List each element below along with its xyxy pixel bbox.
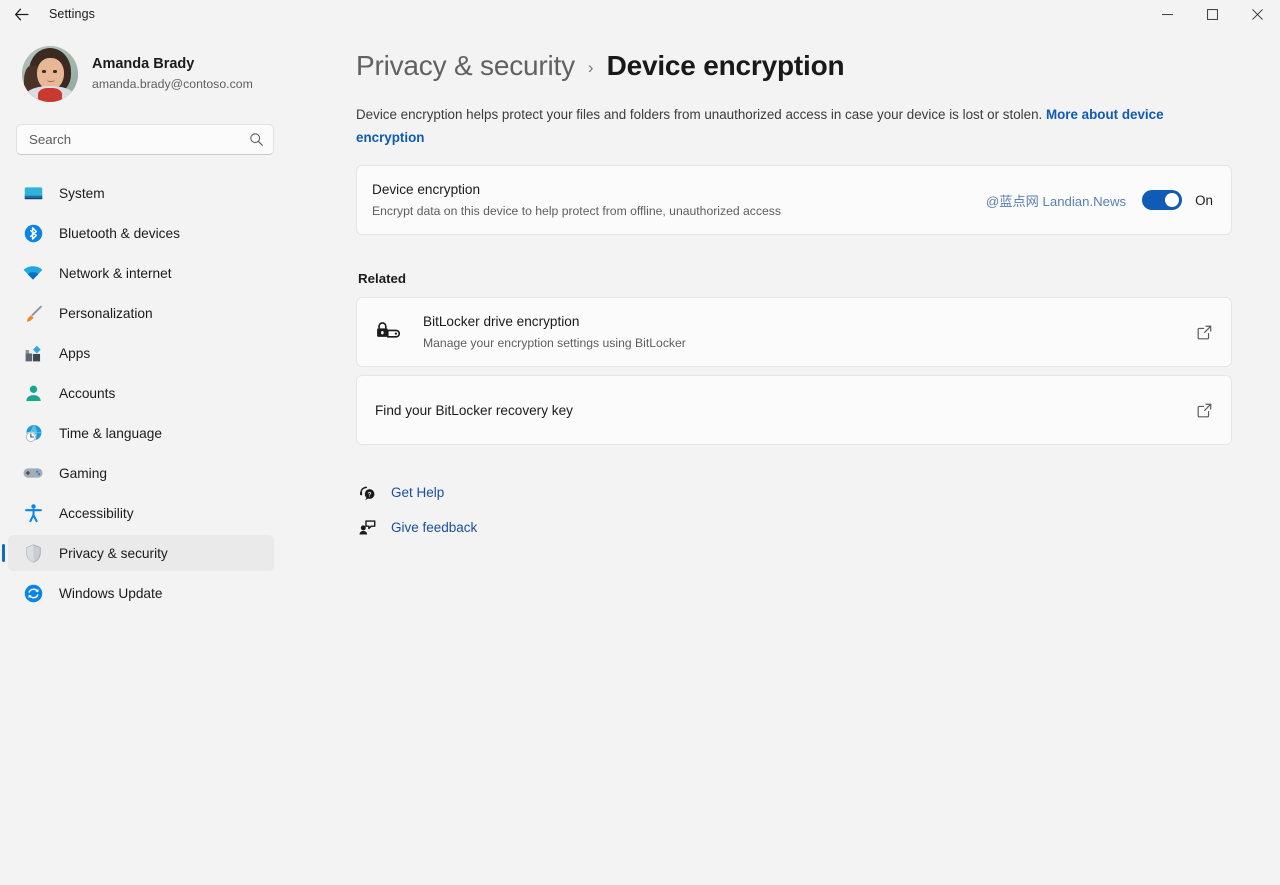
sidebar-item-apps[interactable]: Apps bbox=[8, 335, 274, 371]
minimize-button[interactable] bbox=[1145, 0, 1190, 28]
sidebar-item-label: Privacy & security bbox=[59, 545, 168, 561]
title-bar: Settings bbox=[0, 0, 1280, 28]
profile-name: Amanda Brady bbox=[92, 56, 195, 72]
maximize-button[interactable] bbox=[1190, 0, 1235, 28]
sidebar-item-gaming[interactable]: Gaming bbox=[8, 455, 274, 491]
sidebar-item-label: Bluetooth & devices bbox=[59, 225, 180, 241]
search-input[interactable] bbox=[29, 132, 249, 147]
watermark-label: @蓝点网 Landian.News bbox=[985, 193, 1127, 209]
sidebar-item-privacy-security[interactable]: Privacy & security bbox=[2, 535, 274, 571]
apps-icon bbox=[22, 342, 44, 364]
gamepad-icon bbox=[22, 462, 44, 484]
person-icon bbox=[22, 382, 44, 404]
sidebar-item-label: Windows Update bbox=[59, 585, 163, 601]
give-feedback-link[interactable]: Give feedback bbox=[391, 520, 477, 535]
back-arrow-icon bbox=[14, 8, 29, 20]
sidebar: Amanda Brady amanda.brady@contoso.com Se… bbox=[0, 28, 290, 885]
bluetooth-icon bbox=[22, 222, 44, 244]
device-encryption-toggle[interactable] bbox=[1142, 190, 1183, 210]
related-item-text: Find your BitLocker recovery key bbox=[375, 401, 1186, 420]
device-encryption-subtitle: Encrypt data on this device to help prot… bbox=[372, 204, 781, 218]
close-icon bbox=[1252, 8, 1263, 20]
search-box[interactable] bbox=[16, 124, 274, 155]
sidebar-item-network-internet[interactable]: Network & internet bbox=[8, 255, 274, 291]
app-shell: Amanda Brady amanda.brady@contoso.com Se… bbox=[0, 28, 1280, 885]
sidebar-item-label: Time & language bbox=[59, 425, 162, 441]
profile-block[interactable]: Amanda Brady amanda.brady@contoso.com bbox=[0, 40, 290, 102]
related-heading: Related bbox=[358, 271, 407, 286]
sidebar-item-label: Apps bbox=[59, 345, 91, 361]
close-button[interactable] bbox=[1235, 0, 1280, 28]
sidebar-item-label: Personalization bbox=[59, 305, 153, 321]
sidebar-item-label: Accounts bbox=[59, 385, 116, 401]
sidebar-item-accessibility[interactable]: Accessibility bbox=[8, 495, 274, 531]
get-help-link[interactable]: Get Help bbox=[391, 485, 444, 500]
sidebar-item-label: Gaming bbox=[59, 465, 107, 481]
sidebar-nav: System Bluetooth & devices Network & int… bbox=[0, 175, 290, 611]
breadcrumb-parent[interactable]: Privacy & security bbox=[356, 50, 575, 82]
maximize-icon bbox=[1207, 8, 1218, 20]
device-encryption-text: Device encryption Encrypt data on this d… bbox=[372, 180, 986, 220]
page-title: Device encryption bbox=[606, 50, 845, 81]
sidebar-item-personalization[interactable]: Personalization bbox=[8, 295, 274, 331]
monitor-icon bbox=[22, 182, 44, 204]
get-help-row[interactable]: ? Get Help bbox=[356, 479, 1232, 505]
feedback-person-icon bbox=[356, 518, 378, 537]
svg-text:?: ? bbox=[367, 491, 371, 498]
shield-icon bbox=[22, 542, 44, 564]
breadcrumb: Privacy & security › Device encryption bbox=[356, 50, 1232, 82]
sidebar-item-system[interactable]: System bbox=[8, 175, 274, 211]
lock-drive-icon bbox=[375, 320, 405, 344]
chevron-right-icon: › bbox=[587, 58, 594, 77]
minimize-icon bbox=[1162, 13, 1173, 15]
intro-text: Device encryption helps protect your fil… bbox=[356, 107, 1046, 122]
paintbrush-icon bbox=[22, 302, 44, 324]
device-encryption-card: Device encryption Encrypt data on this d… bbox=[356, 165, 1232, 235]
related-item-text: BitLocker drive encryption Manage your e… bbox=[423, 312, 1186, 352]
intro-paragraph: Device encryption helps protect your fil… bbox=[356, 104, 1232, 149]
sidebar-item-bluetooth-devices[interactable]: Bluetooth & devices bbox=[8, 215, 274, 251]
sidebar-item-label: Accessibility bbox=[59, 505, 134, 521]
help-headset-icon: ? bbox=[356, 483, 378, 502]
sidebar-item-time-language[interactable]: Time & language bbox=[8, 415, 274, 451]
related-item-subtitle: Manage your encryption settings using Bi… bbox=[423, 336, 686, 350]
related-item-title: BitLocker drive encryption bbox=[423, 314, 580, 329]
sidebar-item-windows-update[interactable]: Windows Update bbox=[8, 575, 274, 611]
device-encryption-toggle-area[interactable]: On bbox=[1142, 190, 1213, 210]
sidebar-item-label: System bbox=[59, 185, 105, 201]
related-item-title: Find your BitLocker recovery key bbox=[375, 402, 573, 418]
accessibility-icon bbox=[22, 502, 44, 524]
device-encryption-title: Device encryption bbox=[372, 182, 481, 197]
sidebar-item-label: Network & internet bbox=[59, 265, 172, 281]
avatar bbox=[22, 46, 78, 102]
window-controls bbox=[1145, 0, 1280, 28]
update-icon bbox=[22, 582, 44, 604]
globe-clock-icon bbox=[22, 422, 44, 444]
toggle-knob bbox=[1165, 193, 1180, 207]
profile-email: amanda.brady@contoso.com bbox=[92, 77, 253, 91]
sidebar-item-accounts[interactable]: Accounts bbox=[8, 375, 274, 411]
external-link-icon[interactable] bbox=[1196, 324, 1213, 341]
footer-links: ? Get Help Give feedback bbox=[356, 479, 1232, 540]
related-item-find-recovery-key[interactable]: Find your BitLocker recovery key bbox=[356, 375, 1232, 445]
app-title: Settings bbox=[49, 7, 95, 21]
search-container bbox=[0, 102, 290, 155]
related-item-bitlocker-drive-encryption[interactable]: BitLocker drive encryption Manage your e… bbox=[356, 297, 1232, 367]
search-icon[interactable] bbox=[249, 132, 264, 147]
main-content: Privacy & security › Device encryption D… bbox=[290, 28, 1280, 885]
wifi-icon bbox=[22, 262, 44, 284]
back-button[interactable] bbox=[4, 0, 38, 28]
give-feedback-row[interactable]: Give feedback bbox=[356, 514, 1232, 540]
external-link-icon[interactable] bbox=[1196, 402, 1213, 419]
toggle-state-label: On bbox=[1195, 192, 1213, 208]
